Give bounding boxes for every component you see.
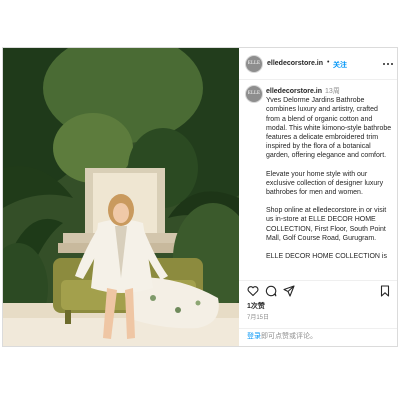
comment-icon[interactable]: [265, 285, 277, 297]
caption-paragraph: Elevate your home style with our exclusi…: [266, 170, 384, 197]
login-prompt-text: 即可点赞或评论。: [261, 333, 317, 340]
bookmark-icon[interactable]: [379, 285, 391, 297]
post-caption: ELLE elledecorstore.in 13周 Yves Delorme J…: [239, 80, 397, 280]
caption-timestamp[interactable]: 13周: [325, 88, 340, 95]
caption-text: elledecorstore.in 13周 Yves Delorme Jardin…: [266, 87, 392, 270]
login-prompt: 登录即可点赞或评论。: [239, 328, 397, 347]
account-username[interactable]: elledecorstore.in: [267, 60, 323, 67]
post-date[interactable]: 7月15日: [247, 312, 269, 321]
like-count[interactable]: 1次赞: [247, 301, 265, 311]
caption-avatar[interactable]: ELLE: [246, 86, 262, 102]
heart-icon[interactable]: [247, 285, 259, 297]
share-icon[interactable]: [283, 285, 295, 297]
caption-username[interactable]: elledecorstore.in: [266, 88, 322, 95]
account-avatar[interactable]: ELLE: [246, 56, 262, 72]
caption-paragraph: ELLE DECOR HOME COLLECTION is: [266, 253, 387, 261]
post-actions: 1次赞 7月15日 登录即可点赞或评论。: [239, 280, 397, 346]
separator-dot: •: [327, 59, 330, 66]
post-sidebar: ELLE elledecorstore.in • 关注 ELLE elledec…: [239, 48, 397, 346]
post-header: ELLE elledecorstore.in • 关注: [239, 48, 397, 80]
more-icon[interactable]: [382, 58, 394, 70]
caption-paragraph: Shop online at elledecorstore.in or visi…: [266, 207, 387, 242]
post-image-illustration: [3, 48, 239, 346]
follow-button[interactable]: 关注: [333, 60, 347, 70]
login-link[interactable]: 登录: [247, 333, 261, 340]
instagram-post-card: ELLE elledecorstore.in • 关注 ELLE elledec…: [2, 47, 398, 347]
caption-paragraph: Yves Delorme Jardins Bathrobe combines l…: [266, 97, 392, 160]
post-image[interactable]: [3, 48, 239, 346]
